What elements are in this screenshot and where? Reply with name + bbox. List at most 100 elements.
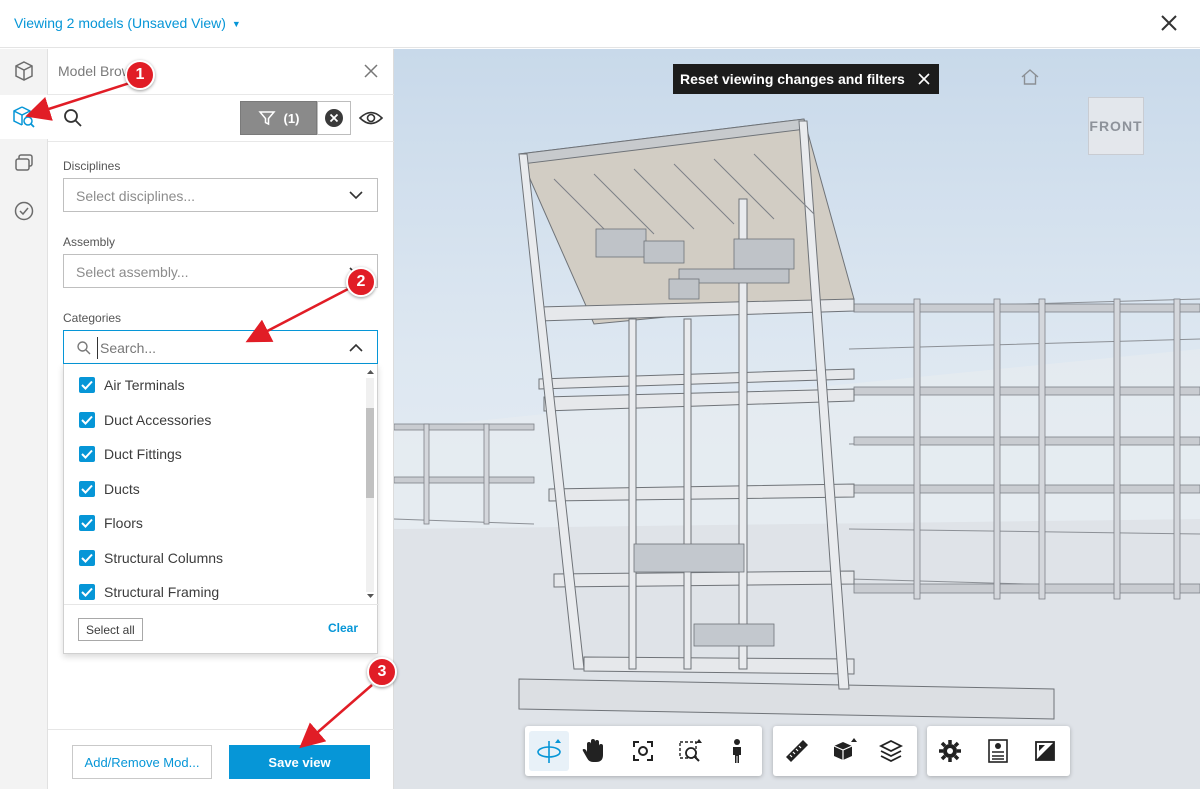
scrollbar-thumb[interactable] <box>366 408 374 498</box>
step-badge-3: 3 <box>367 657 397 687</box>
category-label: Ducts <box>104 480 140 497</box>
fullscreen-icon <box>1035 741 1055 761</box>
close-icon[interactable] <box>1158 12 1180 34</box>
zoom-window-button[interactable] <box>671 731 711 771</box>
category-item[interactable]: Ducts <box>64 472 364 506</box>
home-icon[interactable] <box>1020 67 1040 87</box>
category-item[interactable]: Duct Accessories <box>64 403 364 437</box>
settings-toolbar <box>927 726 1070 776</box>
funnel-icon <box>257 111 276 126</box>
category-item[interactable]: Floors <box>64 506 364 540</box>
orbit-icon <box>537 739 561 763</box>
view-title-text: Viewing 2 models (Unsaved View) <box>14 15 226 31</box>
model-browser-icon <box>13 106 35 128</box>
fullscreen-button[interactable] <box>1025 731 1065 771</box>
chevron-up-icon[interactable] <box>349 343 363 353</box>
checkbox-checked-icon[interactable] <box>79 446 95 462</box>
layers-button[interactable] <box>871 731 911 771</box>
zoom-window-icon <box>679 739 702 762</box>
clear-button[interactable]: Clear <box>328 621 358 635</box>
properties-button[interactable] <box>978 731 1018 771</box>
categories-dropdown: Air Terminals Duct Accessories Duct Fittin… <box>63 364 379 654</box>
disciplines-label: Disciplines <box>63 159 121 173</box>
categories-label: Categories <box>63 311 122 325</box>
modeling-toolbar <box>773 726 917 776</box>
filter-count-badge: (1) <box>283 110 300 126</box>
rail-issues-button[interactable] <box>0 189 48 233</box>
dropdown-scrollbar[interactable] <box>364 368 375 600</box>
pan-button[interactable] <box>573 731 613 771</box>
navigation-toolbar <box>525 726 762 776</box>
add-remove-models-button[interactable]: Add/Remove Mod... <box>72 745 212 779</box>
category-label: Duct Accessories <box>104 411 212 428</box>
reset-view-tooltip[interactable]: Reset viewing changes and filters <box>673 64 939 94</box>
reset-view-text: Reset viewing changes and filters <box>680 71 905 87</box>
panel-header: Model Browser <box>48 49 394 95</box>
sheets-icon <box>15 154 33 171</box>
view-selector[interactable]: Viewing 2 models (Unsaved View) ▼ <box>14 15 241 31</box>
category-label: Duct Fittings <box>104 446 182 462</box>
category-item[interactable]: Structural Framing <box>64 575 364 604</box>
measure-button[interactable] <box>777 731 817 771</box>
close-icon[interactable] <box>917 72 931 86</box>
checkbox-checked-icon[interactable] <box>79 377 95 393</box>
checkbox-checked-icon[interactable] <box>79 584 95 600</box>
assembly-placeholder: Select assembly... <box>76 264 189 280</box>
panel-close-icon[interactable] <box>362 62 380 80</box>
orbit-button[interactable] <box>529 731 569 771</box>
first-person-button[interactable] <box>717 731 757 771</box>
checkbox-checked-icon[interactable] <box>79 515 95 531</box>
filter-row: (1) <box>48 96 394 142</box>
scroll-up-icon[interactable] <box>365 368 376 376</box>
rail-sheets-button[interactable] <box>0 141 48 185</box>
clear-filter-button[interactable] <box>317 101 351 135</box>
settings-button[interactable] <box>930 731 970 771</box>
assembly-select[interactable]: Select assembly... <box>63 254 378 288</box>
rail-model-browser-button[interactable] <box>0 95 48 139</box>
categories-search-input[interactable] <box>97 337 327 359</box>
checkbox-checked-icon[interactable] <box>79 411 95 428</box>
search-icon <box>77 341 91 355</box>
section-box-button[interactable] <box>825 731 865 771</box>
category-label: Structural Framing <box>104 584 220 600</box>
properties-icon <box>988 739 1008 763</box>
chevron-down-icon <box>349 191 363 200</box>
select-all-button[interactable]: Select all <box>78 618 143 641</box>
filter-button[interactable]: (1) <box>240 101 317 135</box>
eye-icon[interactable] <box>358 107 384 129</box>
step-badge-1: 1 <box>125 60 155 90</box>
model-browser-panel: Model Browser (1) Disciplines Select dis… <box>48 49 394 789</box>
model-viewer[interactable]: Reset viewing changes and filters FRONT <box>394 49 1200 789</box>
disciplines-select[interactable]: Select disciplines... <box>63 178 378 212</box>
step-badge-2: 2 <box>346 267 376 297</box>
scroll-down-icon[interactable] <box>365 592 376 600</box>
cube-icon <box>15 61 33 81</box>
fit-view-button[interactable] <box>623 731 663 771</box>
panel-footer: Add/Remove Mod... Save view <box>48 729 394 789</box>
viewcube[interactable]: FRONT <box>1088 97 1146 159</box>
rail-models-button[interactable] <box>0 49 48 93</box>
layers-icon <box>879 739 903 763</box>
assembly-label: Assembly <box>63 235 116 249</box>
checkbox-checked-icon[interactable] <box>79 549 95 566</box>
category-item[interactable]: Air Terminals <box>64 368 364 402</box>
category-item[interactable]: Structural Columns <box>64 541 364 575</box>
category-label: Air Terminals <box>104 377 185 393</box>
check-circle-icon <box>14 201 34 221</box>
fit-view-icon <box>633 741 653 761</box>
categories-search <box>63 330 378 364</box>
viewcube-front-face[interactable]: FRONT <box>1088 97 1144 155</box>
caret-down-icon: ▼ <box>231 19 241 30</box>
save-view-button[interactable]: Save view <box>229 745 370 779</box>
categories-list: Air Terminals Duct Accessories Duct Fittin… <box>64 364 364 604</box>
section-box-icon <box>833 738 857 760</box>
left-rail <box>0 49 48 789</box>
category-item[interactable]: Duct Fittings <box>64 437 364 471</box>
checkbox-checked-icon[interactable] <box>79 480 95 497</box>
building-model[interactable] <box>394 49 1200 789</box>
settings-icon <box>939 740 961 762</box>
top-bar: Viewing 2 models (Unsaved View) ▼ <box>0 0 1200 48</box>
measure-icon <box>786 740 808 762</box>
search-icon[interactable] <box>62 107 84 129</box>
dropdown-footer: Select all Clear <box>64 604 379 654</box>
